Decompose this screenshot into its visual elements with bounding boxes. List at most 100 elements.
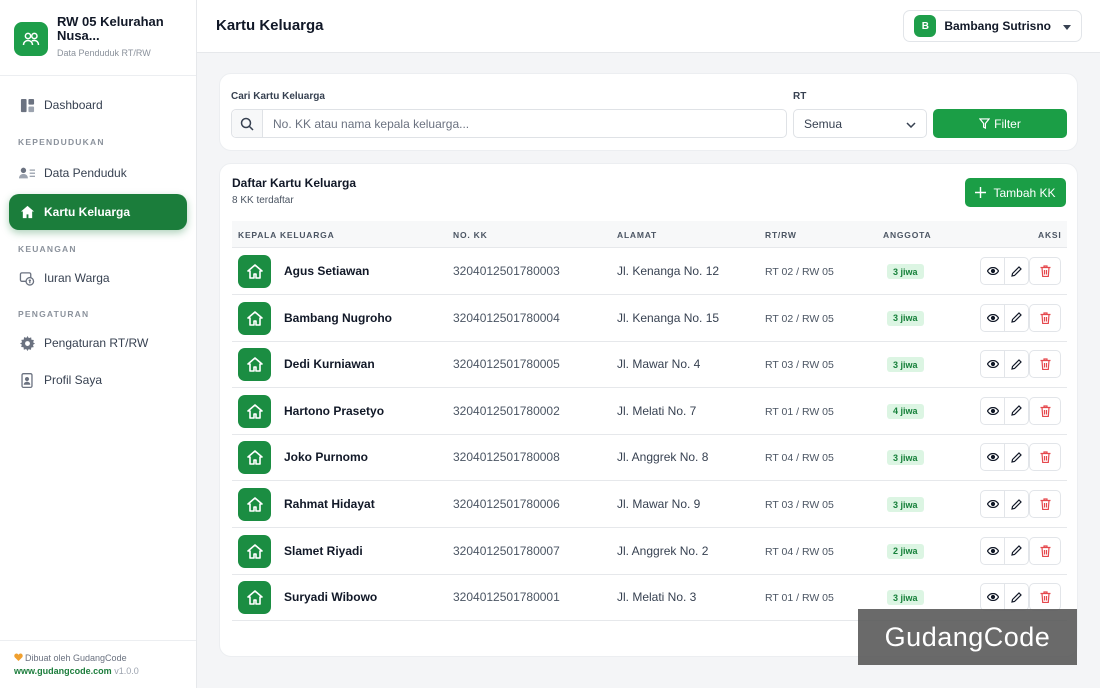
plus-icon	[975, 187, 987, 198]
delete-button[interactable]	[1029, 350, 1061, 379]
edit-button[interactable]	[1004, 443, 1029, 472]
table-row[interactable]: Dedi Kurniawan 3204012501780005 Jl. Mawa…	[232, 341, 1067, 389]
kepala-keluarga-name: Agus Setiawan	[284, 264, 370, 278]
col-alamat[interactable]: ALAMAT	[617, 230, 657, 240]
home-icon	[238, 488, 271, 521]
kepala-keluarga-name: Hartono Prasetyo	[284, 403, 385, 418]
delete-button[interactable]	[1029, 303, 1061, 332]
list-title: Daftar Kartu Keluarga	[232, 176, 357, 190]
no-kk-value: 3204012501780003	[453, 264, 560, 278]
view-button[interactable]	[980, 490, 1005, 518]
view-button[interactable]	[980, 257, 1005, 285]
table-row[interactable]: Hartono Prasetyo 3204012501780002 Jl. Me…	[232, 388, 1067, 435]
delete-button[interactable]	[1029, 583, 1061, 612]
table-row[interactable]: Slamet Riyadi 3204012501780007 Jl. Anggr…	[232, 528, 1067, 575]
edit-button[interactable]	[1004, 257, 1029, 285]
table-row[interactable]: Agus Setiawan 3204012501780003 Jl. Kenan…	[232, 248, 1067, 295]
col-kepala-keluarga[interactable]: KEPALA KELUARGA	[238, 230, 335, 240]
sidebar-item-pengaturan-rtrw[interactable]: Pengaturan RT/RW	[9, 326, 187, 360]
view-button[interactable]	[980, 583, 1005, 612]
sidebar-item-iuran-warga[interactable]: Iuran Warga	[9, 261, 187, 295]
nav-section-kependudukan: KEPENDUDUKAN	[18, 137, 105, 147]
sidebar-item-profil-saya[interactable]: Profil Saya	[9, 363, 187, 397]
view-button[interactable]	[980, 350, 1005, 379]
sidebar-item-data-penduduk[interactable]: Data Penduduk	[9, 156, 187, 190]
kepala-keluarga-name: Slamet Riyadi	[284, 543, 363, 558]
people-icon	[14, 22, 48, 56]
col-no-kk[interactable]: NO. KK	[453, 230, 488, 240]
edit-button[interactable]	[1004, 303, 1029, 332]
sidebar: RW 05 Kelurahan Nusa... Data Penduduk RT…	[0, 0, 197, 688]
trash-icon	[1040, 451, 1051, 464]
filter-card: Cari Kartu Keluarga RT Semua Filter	[219, 73, 1078, 151]
delete-button[interactable]	[1029, 443, 1061, 472]
kepala-keluarga-name: Bambang Nugroho	[284, 310, 392, 325]
sidebar-item-label: Dashboard	[44, 98, 103, 112]
anggota-badge: 3 jiwa	[887, 497, 924, 512]
add-kk-button[interactable]: Tambah KK	[965, 178, 1066, 207]
rt-selected-value: Semua	[804, 116, 843, 131]
alamat-value: Jl. Mawar No. 4	[617, 357, 701, 372]
kepala-keluarga-name: Suryadi Wibowo	[284, 590, 378, 605]
anggota-badge: 3 jiwa	[887, 310, 924, 326]
delete-button[interactable]	[1029, 396, 1061, 425]
table-row[interactable]: Bambang Nugroho 3204012501780004 Jl. Ken…	[232, 295, 1067, 342]
table-row[interactable]: Rahmat Hidayat 3204012501780006 Jl. Mawa…	[232, 481, 1067, 528]
view-button[interactable]	[980, 303, 1005, 332]
eye-icon	[986, 267, 999, 275]
col-rtrw[interactable]: RT/RW	[765, 230, 797, 240]
sidebar-item-kartu-keluarga[interactable]: Kartu Keluarga	[9, 194, 187, 230]
user-menu-button[interactable]: B Bambang Sutrisno	[903, 10, 1082, 42]
pencil-icon	[1011, 405, 1022, 417]
brand: RW 05 Kelurahan Nusa... Data Penduduk RT…	[0, 0, 196, 76]
edit-button[interactable]	[1004, 536, 1029, 565]
user-list-icon	[19, 165, 35, 181]
sidebar-item-dashboard[interactable]: Dashboard	[9, 88, 187, 122]
edit-button[interactable]	[1004, 396, 1029, 425]
brand-title-line2: Nusa...	[57, 28, 100, 43]
alamat-value: Jl. Melati No. 3	[617, 590, 697, 605]
search-box	[231, 109, 787, 138]
table-row[interactable]: Joko Purnomo 3204012501780008 Jl. Anggre…	[232, 434, 1067, 482]
no-kk-value: 3204012501780002	[453, 403, 560, 418]
edit-button[interactable]	[1004, 350, 1029, 379]
alamat-value: Jl. Anggrek No. 8	[617, 450, 709, 465]
search-input[interactable]	[263, 110, 786, 137]
trash-icon	[1040, 311, 1051, 324]
made-by: Dibuat oleh GudangCode	[14, 653, 196, 663]
table-header: KEPALA KELUARGA NO. KK ALAMAT RT/RW ANGG…	[232, 221, 1067, 248]
eye-icon	[986, 546, 999, 555]
delete-button[interactable]	[1029, 490, 1061, 518]
page-title: Kartu Keluarga	[216, 17, 324, 34]
search-icon	[232, 110, 263, 137]
pencil-icon	[1011, 545, 1022, 556]
delete-button[interactable]	[1029, 257, 1061, 285]
home-icon	[238, 255, 271, 288]
delete-button[interactable]	[1029, 536, 1061, 565]
rt-select[interactable]: Semua	[793, 109, 927, 138]
view-button[interactable]	[980, 396, 1005, 425]
search-label: Cari Kartu Keluarga	[231, 91, 325, 102]
view-button[interactable]	[980, 536, 1005, 565]
top-header: Kartu Keluarga B Bambang Sutrisno	[197, 0, 1100, 53]
sidebar-footer: Dibuat oleh GudangCode www.gudangcode.co…	[0, 640, 196, 688]
caret-down-icon	[1063, 17, 1071, 35]
view-button[interactable]	[980, 443, 1005, 472]
alamat-value: Jl. Anggrek No. 2	[617, 543, 709, 558]
alamat-value: Jl. Kenanga No. 15	[617, 310, 720, 325]
edit-button[interactable]	[1004, 490, 1029, 518]
no-kk-value: 3204012501780005	[453, 357, 560, 372]
home-icon	[238, 581, 271, 615]
filter-button[interactable]: Filter	[933, 109, 1067, 138]
alamat-value: Jl. Melati No. 7	[617, 403, 697, 418]
sidebar-item-label: Kartu Keluarga	[44, 205, 131, 219]
rtrw-value: RT 04 / RW 05	[765, 545, 834, 558]
pencil-icon	[1011, 358, 1022, 370]
rtrw-value: RT 02 / RW 05	[765, 266, 834, 278]
eye-icon	[986, 313, 999, 322]
pencil-icon	[1011, 452, 1022, 463]
col-anggota[interactable]: ANGGOTA	[883, 230, 931, 240]
sidebar-item-label: Profil Saya	[44, 373, 103, 387]
edit-button[interactable]	[1004, 583, 1029, 612]
footer-site-link[interactable]: www.gudangcode.com	[14, 666, 112, 676]
